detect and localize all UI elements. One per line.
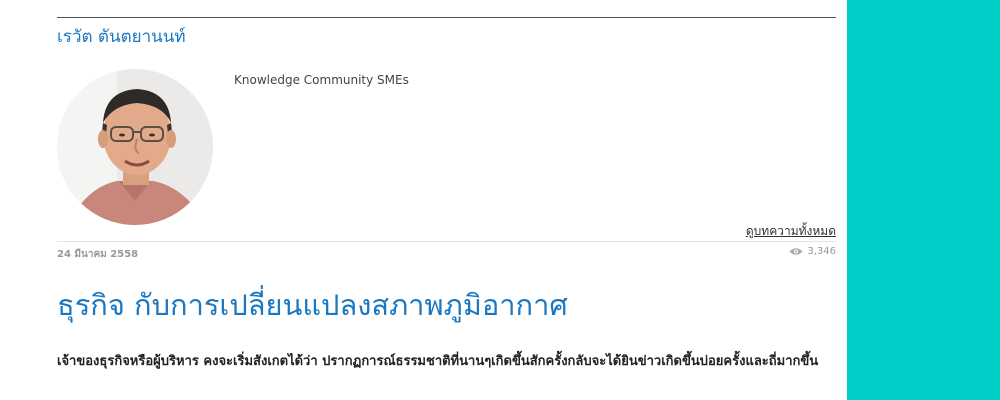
article-lead: เจ้าของธุรกิจหรือผู้บริหาร คงจะเริ่มสังเ… bbox=[57, 354, 819, 369]
eye-icon bbox=[789, 248, 803, 255]
author-avatar[interactable] bbox=[57, 69, 213, 225]
publish-date: 24 มีนาคม 2558 bbox=[57, 249, 139, 260]
author-name-link[interactable]: เรวัต ตันตยานนท์ bbox=[57, 23, 186, 50]
view-count-value: 3,346 bbox=[807, 246, 836, 257]
author-tagline: Knowledge Community SMEs bbox=[234, 73, 409, 87]
view-all-articles-link[interactable]: ดูบทความทั้งหมด bbox=[746, 222, 836, 241]
top-divider bbox=[57, 17, 836, 18]
article-title: ธุรกิจ กับการเปลี่ยนแปลงสภาพภูมิอากาศ bbox=[57, 288, 568, 322]
author-photo bbox=[57, 69, 213, 225]
right-sidebar bbox=[847, 0, 1000, 400]
meta-divider bbox=[57, 241, 836, 242]
view-count: 3,346 bbox=[789, 246, 836, 257]
